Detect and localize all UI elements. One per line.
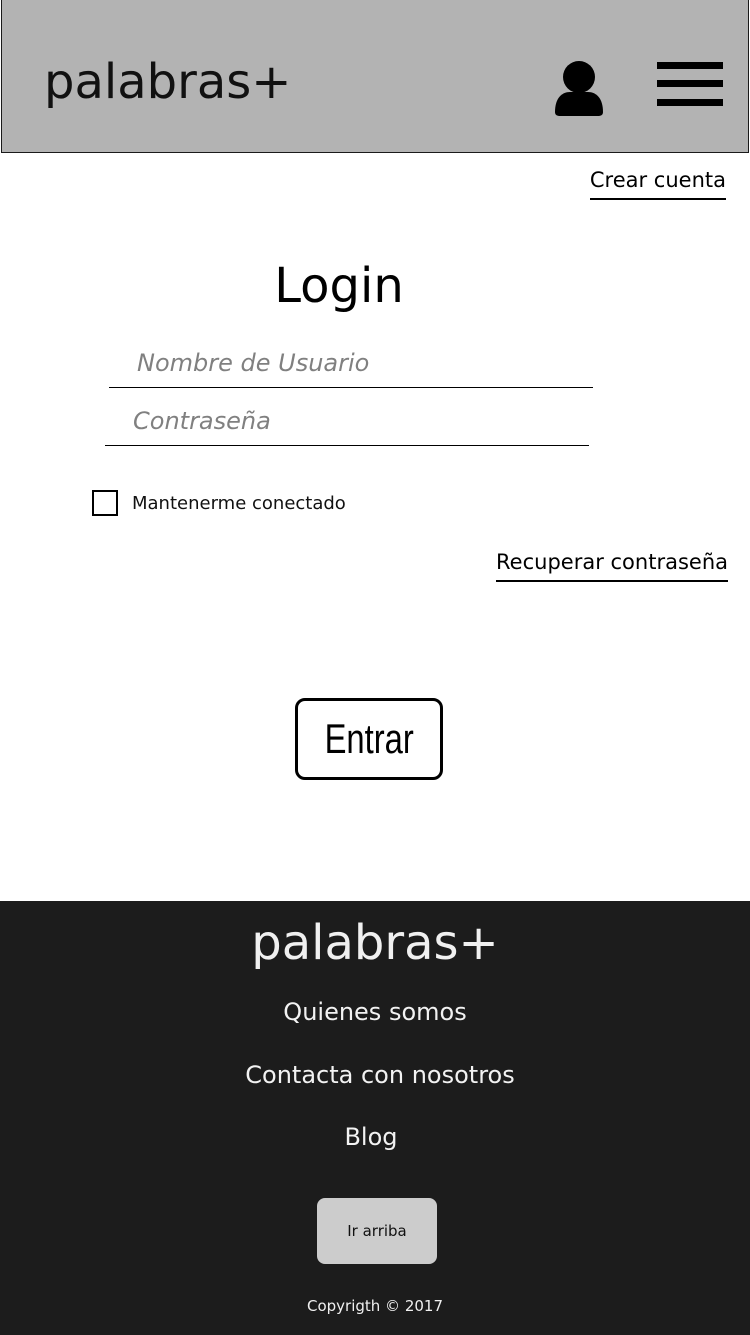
page-title: Login <box>274 258 404 314</box>
password-field-wrapper <box>105 396 589 446</box>
back-to-top-label: Ir arriba <box>347 1222 407 1240</box>
copyright-text: Copyrigth © 2017 <box>306 1297 443 1315</box>
top-header: palabras+ <box>1 0 749 153</box>
hamburger-menu-icon[interactable] <box>657 62 723 106</box>
remember-me-checkbox[interactable] <box>92 490 118 516</box>
footer-link-about[interactable]: Quienes somos <box>0 997 750 1027</box>
page: palabras+ Crear cuenta Login Mantenerme … <box>0 0 750 1335</box>
password-input[interactable] <box>105 396 589 445</box>
remember-me: Mantenerme conectado <box>92 490 346 516</box>
footer: palabras+ Quienes somos Contacta con nos… <box>0 901 750 1335</box>
footer-link-blog[interactable]: Blog <box>0 1122 746 1152</box>
back-to-top-button[interactable]: Ir arriba <box>317 1198 437 1264</box>
brand-logo[interactable]: palabras+ <box>44 52 291 112</box>
user-icon[interactable] <box>554 60 606 116</box>
username-field-wrapper <box>109 338 593 388</box>
create-account-link[interactable]: Crear cuenta <box>589 166 726 200</box>
username-input[interactable] <box>109 338 593 387</box>
footer-link-contact[interactable]: Contacta con nosotros <box>5 1060 750 1090</box>
login-submit-button[interactable]: Entrar <box>295 698 443 780</box>
footer-brand: palabras+ <box>251 915 499 971</box>
remember-me-label: Mantenerme conectado <box>132 492 346 514</box>
recover-password-link[interactable]: Recuperar contraseña <box>496 548 728 582</box>
login-submit-label: Entrar <box>324 715 414 762</box>
